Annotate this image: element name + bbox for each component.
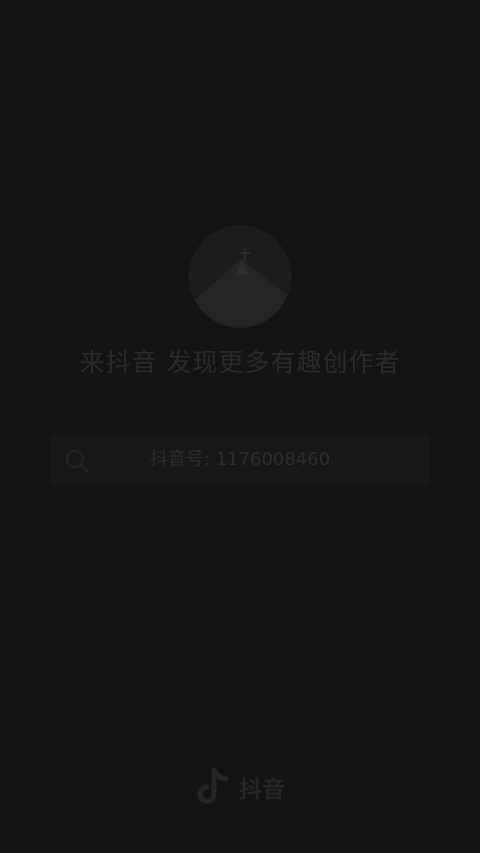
- douyin-id-text: 抖音号: 1176008460: [149, 449, 331, 470]
- avatar-image: [190, 227, 290, 327]
- tiktok-note-icon: [197, 767, 229, 804]
- promo-headline: 来抖音 发现更多有趣创作者: [79, 348, 401, 377]
- douyin-share-page: 来抖音 发现更多有趣创作者 抖音号: 1176008460 抖音: [0, 0, 480, 853]
- douyin-brand-logo: 抖音: [0, 766, 480, 808]
- brand-name: 抖音: [239, 777, 285, 803]
- creator-avatar[interactable]: [190, 227, 290, 327]
- douyin-id-search-field[interactable]: 抖音号: 1176008460: [50, 434, 430, 486]
